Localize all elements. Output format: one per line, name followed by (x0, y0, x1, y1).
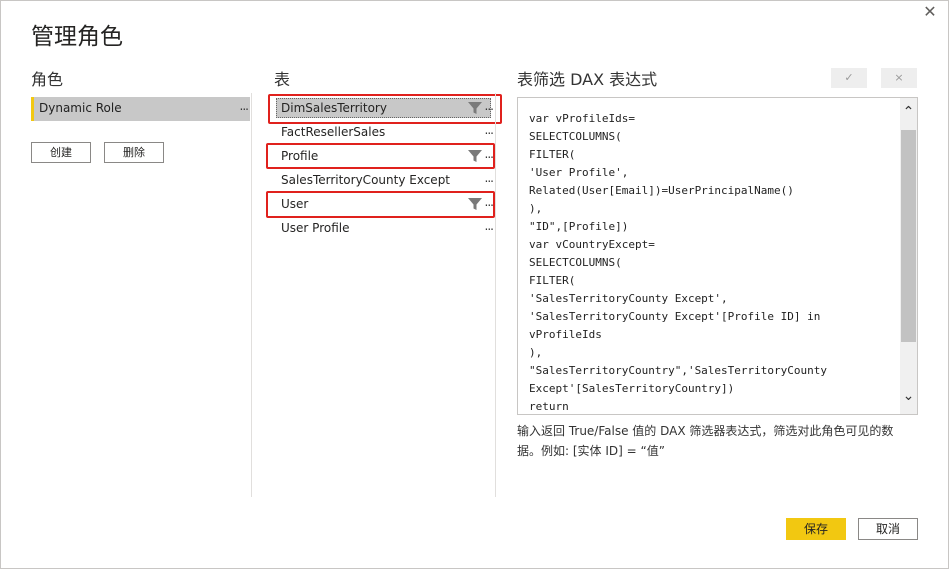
save-button[interactable]: 保存 (786, 518, 846, 540)
scroll-up-icon[interactable]: ⌃ (900, 102, 917, 122)
delete-button[interactable]: 删除 (104, 142, 164, 163)
scrollbar-thumb[interactable] (901, 130, 916, 342)
column-divider (251, 93, 252, 497)
dax-editor[interactable]: var vProfileIds= SELECTCOLUMNS( FILTER( … (517, 97, 918, 415)
check-icon[interactable]: ✓ (831, 68, 867, 88)
scroll-down-icon[interactable]: ⌄ (900, 386, 917, 406)
dax-code[interactable]: var vProfileIds= SELECTCOLUMNS( FILTER( … (529, 110, 827, 414)
highlight-box-user (266, 191, 495, 218)
table-item-label: FactResellerSales (281, 125, 386, 139)
table-item-user-profile[interactable]: User Profile ... (266, 216, 495, 240)
more-options-icon[interactable]: ... (485, 123, 495, 137)
create-button[interactable]: 创建 (31, 142, 91, 163)
role-item-label: Dynamic Role (39, 101, 122, 115)
more-options-icon[interactable]: ... (485, 219, 495, 233)
clear-icon[interactable]: × (881, 68, 917, 88)
table-item-label: SalesTerritoryCounty Except (281, 173, 451, 187)
scrollbar[interactable]: ⌃ ⌄ (900, 98, 917, 414)
highlight-box-dimsalesterritory (268, 94, 502, 124)
roles-header: 角色 (31, 70, 64, 89)
more-options-icon[interactable]: ... (485, 171, 495, 185)
highlight-box-profile (266, 143, 495, 169)
cancel-button[interactable]: 取消 (858, 518, 918, 540)
more-options-icon[interactable]: ... (240, 99, 250, 113)
dialog-title: 管理角色 (31, 24, 123, 50)
table-item-salesterritorycounty-except[interactable]: SalesTerritoryCounty Except ... (266, 168, 495, 192)
tables-header: 表 (274, 70, 291, 89)
dax-hint: 输入返回 True/False 值的 DAX 筛选器表达式，筛选对此角色可见的数… (517, 424, 894, 458)
column-divider (495, 93, 496, 497)
close-icon[interactable]: ✕ (920, 2, 940, 22)
dax-header: 表筛选 DAX 表达式 (517, 70, 658, 89)
role-item-dynamic-role[interactable]: Dynamic Role ... (31, 97, 250, 121)
table-item-label: User Profile (281, 221, 350, 235)
